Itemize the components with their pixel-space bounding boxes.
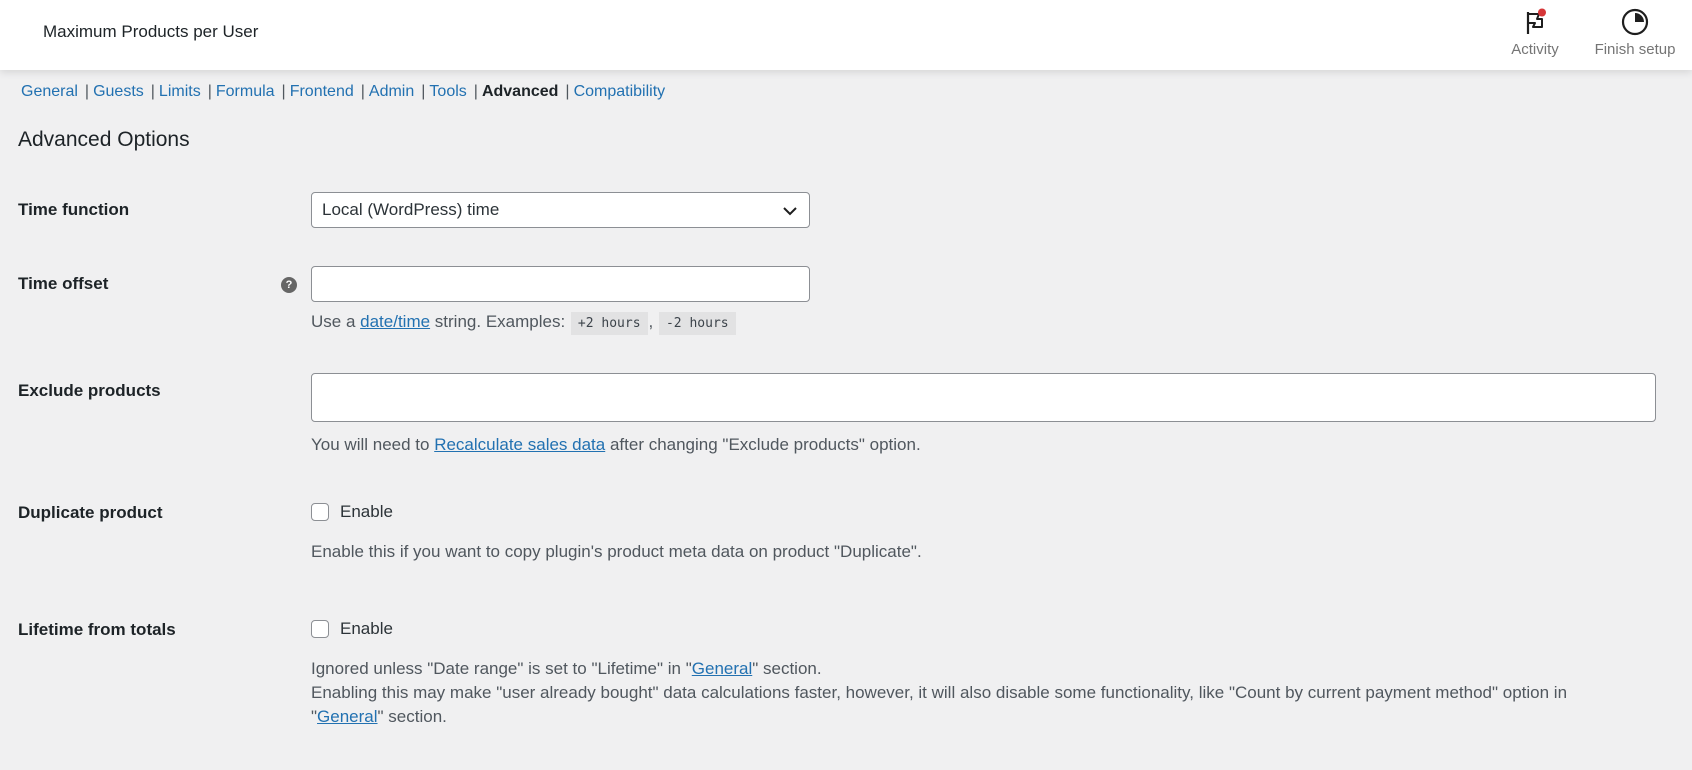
subnav-advanced[interactable]: Advanced [482, 83, 558, 100]
settings-subnav: General | Guests | Limits | Formula | Frontend | A… [21, 83, 665, 101]
time-offset-description: Use a date/time string. Examples: +2 hou… [311, 310, 737, 336]
flag-icon [1520, 7, 1550, 37]
desc-line-3: "General" section. [311, 705, 1567, 729]
subnav-separator: | [360, 83, 365, 100]
desc-text: " section. [377, 707, 447, 726]
help-tip-icon[interactable]: ? [281, 277, 297, 293]
desc-text: Use a [311, 312, 361, 331]
finish-setup-label: Finish setup [1594, 41, 1676, 58]
general-link[interactable]: General [692, 659, 752, 678]
lifetime-from-totals-checkbox-label[interactable]: Enable [340, 619, 393, 639]
date-time-link[interactable]: date/time [360, 312, 430, 331]
exclude-products-label: Exclude products [18, 381, 161, 400]
lifetime-from-totals-checkbox-row[interactable]: Enable [311, 619, 393, 639]
recalculate-sales-data-link[interactable]: Recalculate sales data [434, 435, 605, 454]
lifetime-from-totals-description: Ignored unless "Date range" is set to "L… [311, 657, 1567, 729]
subnav-frontend[interactable]: Frontend [290, 83, 354, 100]
desc-line-2: Enabling this may make "user already bou… [311, 683, 1568, 702]
time-function-select[interactable]: Local (WordPress) time [311, 192, 810, 228]
finish-setup-button[interactable]: Finish setup [1590, 0, 1680, 70]
subnav-separator: | [565, 83, 570, 100]
page-title: Maximum Products per User [43, 22, 259, 41]
subnav-separator: | [84, 83, 90, 100]
duplicate-product-description: Enable this if you want to copy plugin's… [311, 542, 922, 561]
time-offset-label: Time offset [18, 274, 109, 293]
exclude-products-input[interactable] [311, 373, 1656, 422]
subnav-formula[interactable]: Formula [216, 83, 275, 100]
general-link[interactable]: General [317, 707, 377, 726]
subnav-compatibility[interactable]: Compatibility [574, 83, 666, 100]
subnav-guests[interactable]: Guests [93, 83, 144, 100]
time-function-label: Time function [18, 200, 130, 219]
duplicate-product-label: Duplicate product [18, 503, 163, 522]
time-function-selected-value: Local (WordPress) time [322, 200, 500, 219]
section-title: Advanced Options [18, 128, 190, 151]
activity-label: Activity [1511, 41, 1559, 58]
desc-text: " section. [752, 659, 822, 678]
subnav-limits[interactable]: Limits [159, 83, 201, 100]
activity-button[interactable]: Activity [1505, 0, 1565, 70]
desc-text: You will need to [311, 435, 435, 454]
desc-text: string. Examples: [430, 312, 570, 331]
duplicate-product-checkbox-row[interactable]: Enable [311, 502, 393, 522]
example-code-2: -2 hours [658, 312, 736, 335]
subnav-separator: | [421, 83, 426, 100]
subnav-separator: | [150, 83, 155, 100]
exclude-products-description: You will need to Recalculate sales data … [311, 433, 921, 457]
subnav-general[interactable]: General [21, 83, 78, 100]
duplicate-product-checkbox[interactable] [311, 503, 329, 521]
subnav-tools[interactable]: Tools [429, 83, 466, 100]
desc-text: Ignored unless "Date range" is set to "L… [311, 659, 692, 678]
lifetime-from-totals-checkbox[interactable] [311, 620, 329, 638]
subnav-separator: | [281, 83, 286, 100]
duplicate-product-checkbox-label[interactable]: Enable [340, 502, 393, 522]
progress-circle-icon [1620, 7, 1650, 37]
time-offset-input[interactable] [311, 266, 810, 302]
example-code-1: +2 hours [570, 312, 648, 335]
desc-text: , [648, 312, 658, 331]
subnav-separator: | [207, 83, 212, 100]
subnav-admin[interactable]: Admin [369, 83, 414, 100]
desc-line-1: Ignored unless "Date range" is set to "L… [311, 657, 1567, 681]
top-header-bar: Maximum Products per User Activity Finis… [0, 0, 1692, 70]
desc-text: after changing "Exclude products" option… [605, 435, 921, 454]
lifetime-from-totals-label: Lifetime from totals [18, 620, 176, 639]
chevron-down-icon [781, 202, 799, 225]
subnav-separator: | [473, 83, 478, 100]
